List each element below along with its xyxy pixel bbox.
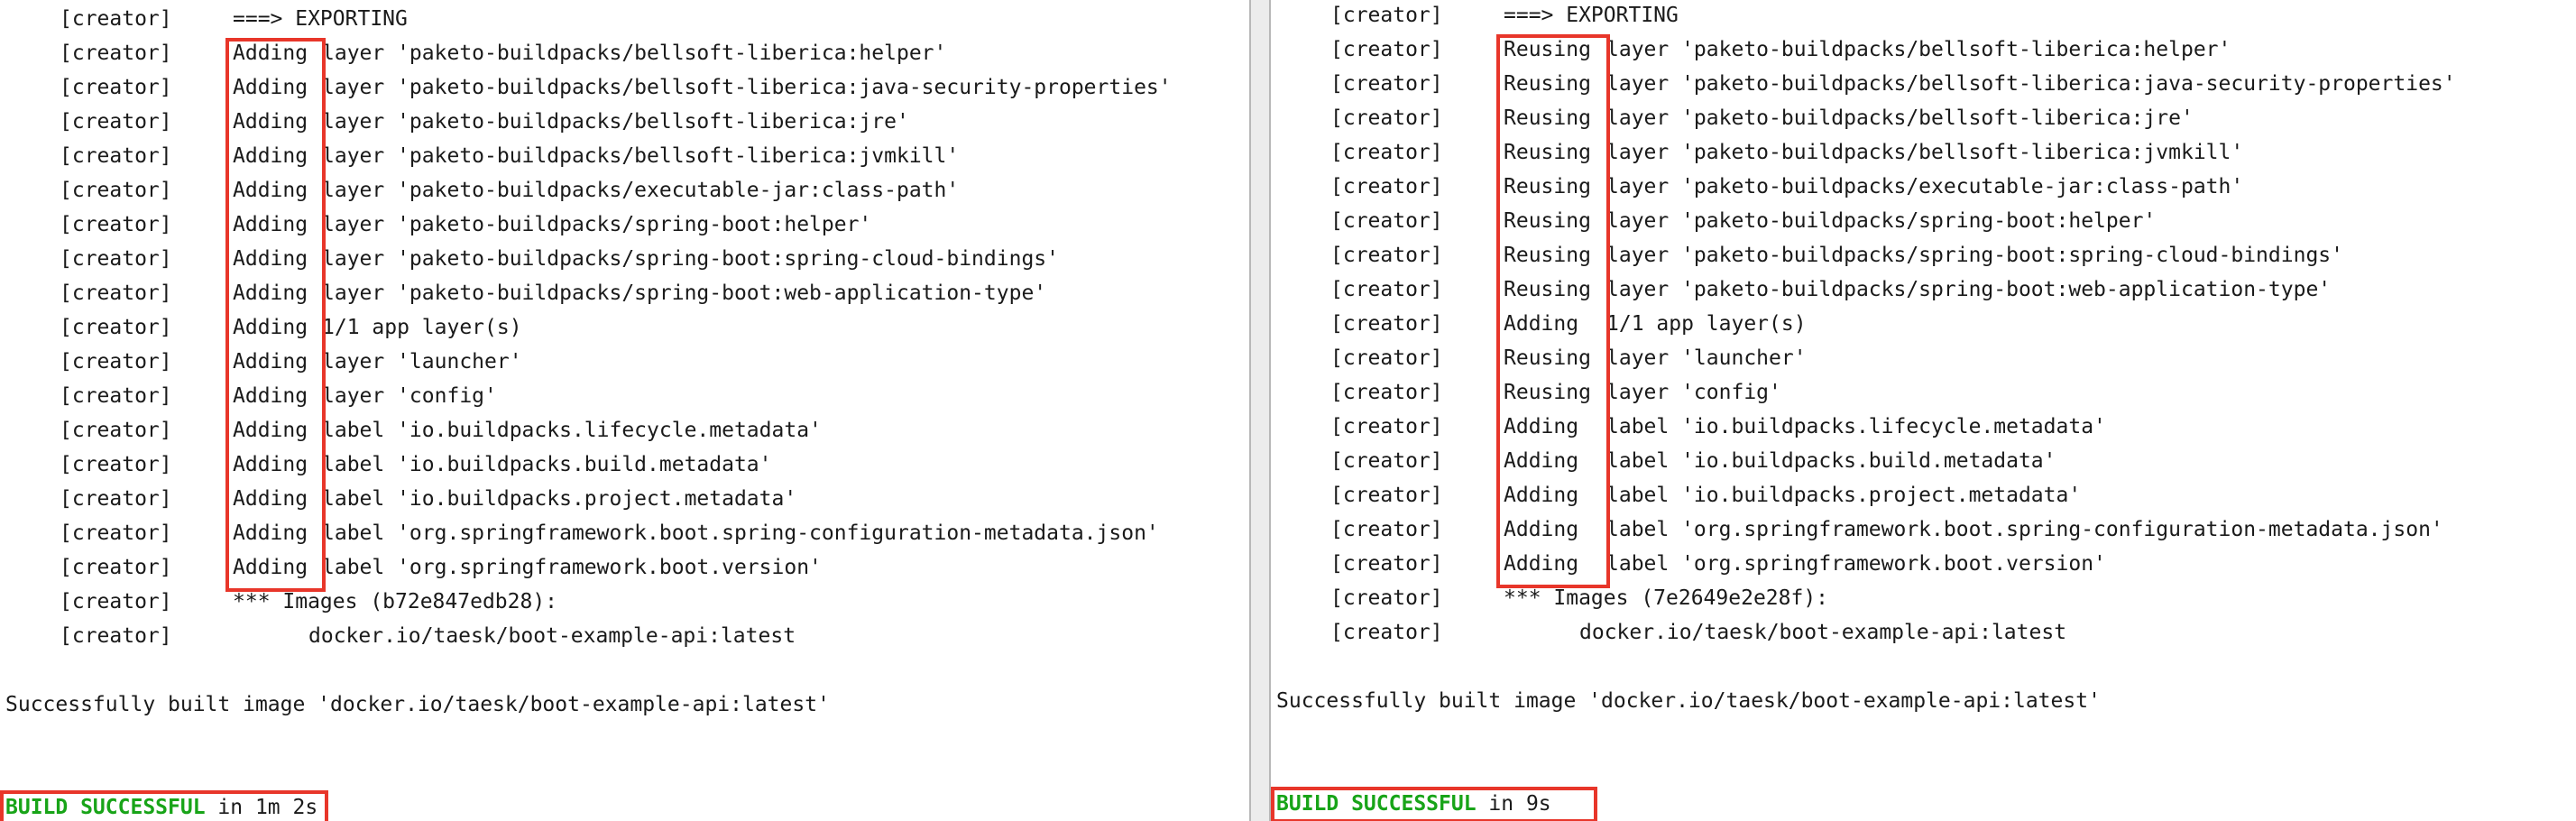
log-message: *** Images (b72e847edb28): — [233, 590, 558, 613]
log-message: label 'org.springframework.boot.spring-c… — [322, 521, 1159, 545]
creator-tag: [creator] — [1330, 209, 1443, 233]
log-message: label 'io.buildpacks.project.metadata' — [322, 487, 797, 511]
log-message: layer 'config' — [322, 384, 497, 408]
creator-tag: [creator] — [1330, 106, 1443, 130]
log-message: 1/1 app layer(s) — [322, 316, 522, 339]
build-result-highlight-box — [0, 790, 328, 821]
creator-tag: [creator] — [1330, 621, 1443, 644]
log-message: layer 'paketo-buildpacks/executable-jar:… — [1606, 175, 2244, 198]
log-message: ===> EXPORTING — [1504, 4, 1679, 27]
pane-divider[interactable] — [1249, 0, 1271, 821]
creator-tag: [creator] — [60, 247, 172, 271]
creator-tag: [creator] — [60, 556, 172, 579]
creator-tag: [creator] — [1330, 72, 1443, 96]
log-message: layer 'paketo-buildpacks/spring-boot:spr… — [322, 247, 1059, 271]
creator-tag: [creator] — [60, 281, 172, 305]
log-message: layer 'paketo-buildpacks/bellsoft-liberi… — [322, 110, 909, 134]
log-message: label 'io.buildpacks.project.metadata' — [1606, 484, 2082, 507]
creator-tag: [creator] — [1330, 586, 1443, 610]
creator-tag: [creator] — [1330, 381, 1443, 404]
log-message: layer 'paketo-buildpacks/spring-boot:web… — [1606, 278, 2332, 301]
creator-tag: [creator] — [60, 624, 172, 648]
log-message: layer 'paketo-buildpacks/bellsoft-liberi… — [322, 76, 1172, 99]
log-message: label 'org.springframework.boot.version' — [322, 556, 822, 579]
log-message: layer 'paketo-buildpacks/spring-boot:web… — [322, 281, 1047, 305]
log-message: 1/1 app layer(s) — [1606, 312, 1807, 336]
creator-tag: [creator] — [60, 42, 172, 65]
log-message: layer 'paketo-buildpacks/bellsoft-liberi… — [1606, 141, 2244, 164]
creator-tag: [creator] — [1330, 278, 1443, 301]
log-message: *** Images (7e2649e2e28f): — [1504, 586, 1829, 610]
creator-tag: [creator] — [60, 521, 172, 545]
creator-tag: [creator] — [1330, 312, 1443, 336]
log-message: docker.io/taesk/boot-example-api:latest — [308, 624, 796, 648]
log-message: layer 'paketo-buildpacks/spring-boot:spr… — [1606, 244, 2343, 267]
creator-tag: [creator] — [60, 453, 172, 476]
creator-tag: [creator] — [60, 110, 172, 134]
log-message: label 'org.springframework.boot.spring-c… — [1606, 518, 2443, 541]
log-message: layer 'paketo-buildpacks/executable-jar:… — [322, 179, 960, 202]
creator-tag: [creator] — [60, 7, 172, 31]
log-message: layer 'paketo-buildpacks/bellsoft-liberi… — [1606, 38, 2231, 61]
verb-highlight-box — [225, 38, 326, 592]
log-message: layer 'launcher' — [1606, 346, 1807, 370]
creator-tag: [creator] — [1330, 141, 1443, 164]
build-result-highlight-box — [1271, 787, 1597, 821]
terminal-pane-right[interactable]: [creator] ===> EXPORTING [creator] Reusing l… — [1271, 0, 2576, 821]
creator-tag: [creator] — [1330, 484, 1443, 507]
built-image-line: Successfully built image 'docker.io/taes… — [5, 693, 830, 716]
log-message: layer 'paketo-buildpacks/spring-boot:hel… — [1606, 209, 2157, 233]
log-message: layer 'config' — [1606, 381, 1781, 404]
log-message: layer 'paketo-buildpacks/bellsoft-liberi… — [1606, 106, 2194, 130]
log-message: layer 'paketo-buildpacks/spring-boot:hel… — [322, 213, 872, 236]
log-message: layer 'paketo-buildpacks/bellsoft-liberi… — [322, 144, 960, 168]
log-message: layer 'paketo-buildpacks/bellsoft-liberi… — [322, 42, 947, 65]
built-image-line: Successfully built image 'docker.io/taes… — [1276, 689, 2101, 713]
creator-tag: [creator] — [60, 213, 172, 236]
creator-tag: [creator] — [1330, 449, 1443, 473]
creator-tag: [creator] — [60, 487, 172, 511]
creator-tag: [creator] — [1330, 175, 1443, 198]
creator-tag: [creator] — [60, 590, 172, 613]
terminal-pane-left[interactable]: [creator] ===> EXPORTING [creator] Adding la… — [0, 0, 1249, 821]
log-message: label 'io.buildpacks.lifecycle.metadata' — [1606, 415, 2106, 438]
creator-tag: [creator] — [60, 350, 172, 374]
creator-tag: [creator] — [1330, 346, 1443, 370]
creator-tag: [creator] — [1330, 415, 1443, 438]
creator-tag: [creator] — [60, 316, 172, 339]
log-message: label 'org.springframework.boot.version' — [1606, 552, 2106, 576]
log-message: docker.io/taesk/boot-example-api:latest — [1579, 621, 2067, 644]
verb-highlight-box — [1496, 34, 1610, 588]
creator-tag: [creator] — [60, 384, 172, 408]
creator-tag: [creator] — [1330, 38, 1443, 61]
log-message: label 'io.buildpacks.build.metadata' — [322, 453, 772, 476]
log-message: label 'io.buildpacks.lifecycle.metadata' — [322, 419, 822, 442]
creator-tag: [creator] — [1330, 244, 1443, 267]
creator-tag: [creator] — [60, 76, 172, 99]
creator-tag: [creator] — [60, 419, 172, 442]
creator-tag: [creator] — [1330, 4, 1443, 27]
log-message: layer 'launcher' — [322, 350, 522, 374]
log-message: label 'io.buildpacks.build.metadata' — [1606, 449, 2056, 473]
log-message: layer 'paketo-buildpacks/bellsoft-liberi… — [1606, 72, 2456, 96]
log-message: ===> EXPORTING — [233, 7, 408, 31]
creator-tag: [creator] — [60, 144, 172, 168]
creator-tag: [creator] — [1330, 518, 1443, 541]
creator-tag: [creator] — [1330, 552, 1443, 576]
creator-tag: [creator] — [60, 179, 172, 202]
